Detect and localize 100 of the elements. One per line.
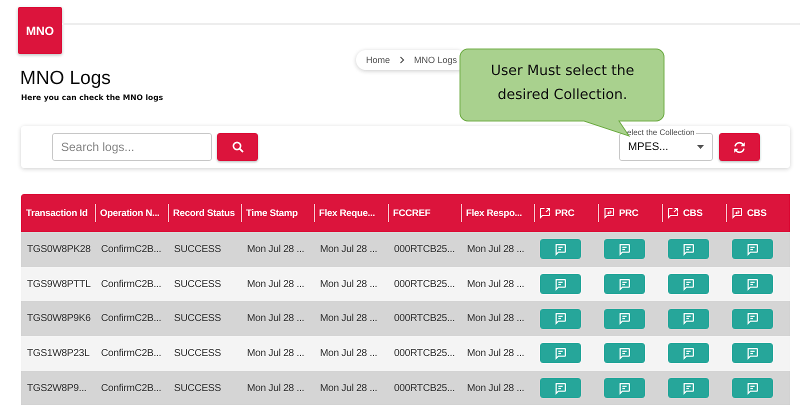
table-cell: SUCCESS	[174, 382, 221, 394]
chat-icon	[746, 242, 759, 256]
table-cell: Mon Jul 28 ...	[467, 313, 524, 324]
table-cell: 000RTCB25...	[394, 382, 455, 394]
message-button[interactable]	[668, 343, 709, 364]
table-cell: 000RTCB25...	[394, 278, 455, 290]
search-field[interactable]: Search logs...	[52, 133, 212, 161]
message-button[interactable]	[604, 378, 645, 398]
message-button[interactable]	[540, 343, 581, 364]
chat-icon	[682, 346, 695, 360]
column-header-label: CBS	[747, 208, 766, 218]
chat-icon	[682, 242, 695, 256]
table-cell: Mon Jul 28 ...	[320, 382, 378, 394]
message-button[interactable]	[604, 308, 645, 329]
table-cell: Mon Jul 28 ...	[320, 348, 378, 359]
refresh-button[interactable]	[719, 133, 760, 161]
column-header[interactable]: Flex Respo...	[461, 194, 534, 232]
breadcrumb-link[interactable]: Home	[366, 55, 390, 65]
logo[interactable]: MNO	[18, 7, 62, 54]
chat-arrow-icon	[731, 207, 743, 219]
message-button[interactable]	[732, 378, 773, 398]
column-header-label: PRC	[555, 208, 574, 218]
table-cell: Mon Jul 28 ...	[467, 278, 524, 290]
table-cell: SUCCESS	[174, 278, 221, 290]
chat-icon	[746, 312, 759, 326]
table-cell: TGS0W8PK28	[27, 244, 91, 255]
search-icon	[232, 141, 244, 153]
message-button[interactable]	[732, 343, 773, 364]
chat-icon	[618, 346, 631, 360]
table-cell: SUCCESS	[174, 313, 221, 324]
column-header[interactable]: Time Stamp	[241, 194, 314, 232]
table-cell: ConfirmC2B...	[101, 278, 162, 290]
table-cell: 000RTCB25...	[394, 348, 455, 359]
chat-icon	[554, 312, 567, 326]
message-button[interactable]	[668, 274, 709, 294]
table-cell: TGS9W8PTTL	[27, 278, 91, 290]
chevron-icon	[398, 56, 406, 64]
chat-icon	[618, 242, 631, 256]
message-button[interactable]	[540, 308, 581, 329]
table-cell: Mon Jul 28 ...	[320, 313, 378, 324]
table-cell: Mon Jul 28 ...	[467, 348, 524, 359]
chat-icon	[554, 242, 567, 256]
message-button[interactable]	[668, 378, 709, 398]
table-cell: ConfirmC2B...	[101, 348, 162, 359]
caret-icon	[697, 145, 704, 149]
chat-arrow-icon	[539, 207, 551, 219]
table-cell: Mon Jul 28 ...	[467, 382, 524, 394]
chat-icon	[746, 346, 759, 360]
chat-icon	[618, 312, 631, 326]
column-header-label: CBS	[683, 208, 702, 218]
dropdown-label: elect the Collection	[626, 128, 696, 138]
table-cell: ConfirmC2B...	[101, 244, 162, 255]
table-cell: ConfirmC2B...	[101, 382, 162, 394]
table-cell: ConfirmC2B...	[101, 313, 162, 324]
chat-arrow-icon	[667, 207, 679, 219]
column-header[interactable]: Transaction Id	[21, 194, 95, 232]
column-header[interactable]: Operation N...	[95, 194, 168, 232]
chat-icon	[618, 382, 631, 395]
table-cell: Mon Jul 28 ...	[247, 348, 304, 359]
search-button[interactable]	[217, 133, 258, 161]
chat-icon	[746, 278, 759, 291]
table-cell: TGS2W8P9...	[27, 382, 86, 394]
table-cell: Mon Jul 28 ...	[320, 244, 378, 255]
callout-text: User Must select the desired Collection.	[490, 62, 634, 105]
message-button[interactable]	[732, 308, 773, 329]
message-button[interactable]	[604, 274, 645, 294]
table-cell: SUCCESS	[174, 244, 221, 255]
table-cell: Mon Jul 28 ...	[247, 278, 304, 290]
message-button[interactable]	[732, 274, 773, 294]
message-button[interactable]	[540, 239, 581, 260]
table-cell: Mon Jul 28 ...	[247, 244, 304, 255]
message-button[interactable]	[732, 239, 773, 260]
chat-icon	[554, 278, 567, 291]
table-cell: 000RTCB25...	[394, 313, 455, 324]
table-cell: SUCCESS	[174, 348, 221, 359]
message-button[interactable]	[540, 274, 581, 294]
chat-icon	[554, 346, 567, 360]
table-cell: TGS1W8P23L	[27, 348, 90, 359]
message-button[interactable]	[668, 308, 709, 329]
table-cell: Mon Jul 28 ...	[247, 382, 304, 394]
chat-icon	[746, 382, 759, 395]
chat-icon	[618, 278, 631, 291]
column-header[interactable]: Record Status	[168, 194, 241, 232]
table-cell: Mon Jul 28 ...	[467, 244, 524, 255]
column-header[interactable]: FCCREF	[388, 194, 461, 232]
table-cell: TGS0W8P9K6	[27, 313, 91, 324]
chat-icon	[554, 382, 567, 395]
table-cell: Mon Jul 28 ...	[320, 278, 378, 290]
chat-icon	[682, 278, 695, 291]
table-cell: Mon Jul 28 ...	[247, 313, 304, 324]
message-button[interactable]	[540, 378, 581, 398]
message-button[interactable]	[604, 239, 645, 260]
message-button[interactable]	[604, 343, 645, 364]
refresh-icon	[733, 140, 746, 154]
column-header[interactable]: Flex Reque...	[314, 194, 388, 232]
message-button[interactable]	[668, 239, 709, 260]
breadcrumb-link[interactable]: MNO Logs	[414, 55, 458, 65]
page-title: MNO Logs	[20, 68, 111, 90]
chat-icon	[682, 312, 695, 326]
column-header-label: PRC	[619, 208, 638, 218]
